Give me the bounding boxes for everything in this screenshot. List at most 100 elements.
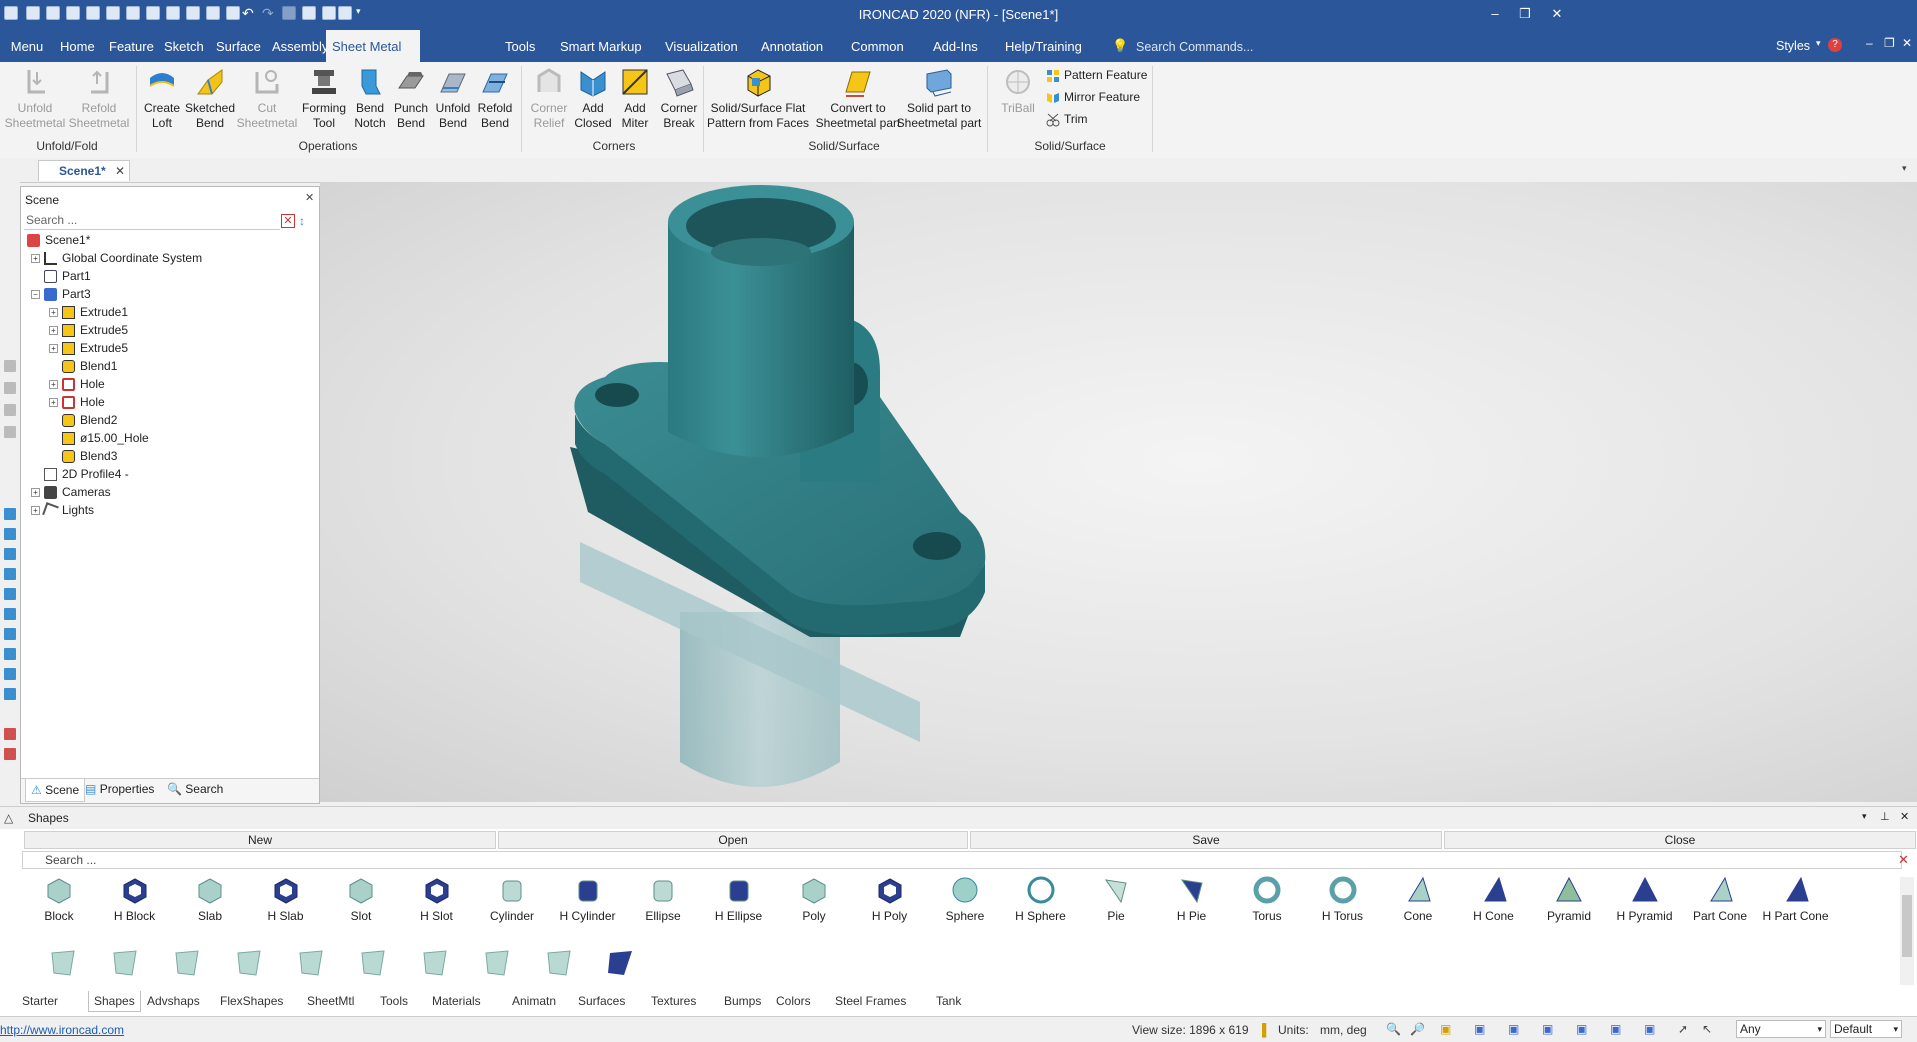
- expand-icon[interactable]: +: [31, 254, 40, 264]
- pointer-icon[interactable]: ➚: [1678, 1022, 1688, 1036]
- punch-bend-button[interactable]: Punch Bend: [390, 66, 432, 131]
- shape-item-partial[interactable]: [354, 947, 394, 977]
- document-list-dropdown-icon[interactable]: ▾: [1902, 163, 1907, 174]
- tree-item-scene1[interactable]: Scene1*: [27, 231, 90, 249]
- 3d-viewport[interactable]: [320, 182, 1917, 802]
- pattern-feature-button[interactable]: Pattern Feature: [1046, 68, 1147, 83]
- selection-filter-select[interactable]: Any ▾: [1736, 1020, 1826, 1038]
- tab-common[interactable]: Common: [843, 30, 912, 62]
- library-tab-bumps[interactable]: Bumps: [724, 994, 761, 1008]
- shape-item-partial[interactable]: [602, 947, 642, 977]
- shape-item-partial[interactable]: [478, 947, 518, 977]
- tab-annotation[interactable]: Annotation: [753, 30, 831, 62]
- flat-pattern-button[interactable]: Solid/Surface Flat Pattern from Faces: [706, 66, 810, 131]
- shape-item-h-torus[interactable]: H Torus: [1308, 875, 1378, 923]
- tool-icon[interactable]: [4, 728, 16, 740]
- library-tab-sheetmtl[interactable]: SheetMtl: [307, 994, 354, 1008]
- tab-sheet-metal[interactable]: Sheet Metal: [326, 30, 420, 62]
- close-icon[interactable]: ✕: [1546, 4, 1568, 24]
- tree-item-part1[interactable]: Part1: [44, 267, 91, 285]
- pin-icon[interactable]: ⊥: [1880, 810, 1890, 823]
- expand-icon[interactable]: +: [49, 380, 58, 390]
- tool-icon[interactable]: [4, 426, 16, 438]
- tab-help-training[interactable]: Help/Training: [997, 30, 1090, 62]
- add-miter-button[interactable]: Add Miter: [614, 66, 656, 131]
- scene-search-input[interactable]: Search ...: [24, 213, 280, 230]
- tree-item-extrude5[interactable]: + Extrude5: [49, 321, 128, 339]
- expand-icon[interactable]: +: [49, 308, 58, 318]
- library-tab-tank[interactable]: Tank: [936, 994, 961, 1008]
- shape-item-h-pie[interactable]: H Pie: [1157, 875, 1227, 923]
- tab-visualization[interactable]: Visualization: [657, 30, 746, 62]
- mirror-feature-button[interactable]: Mirror Feature: [1046, 90, 1140, 105]
- tab-feature[interactable]: Feature: [101, 30, 162, 62]
- expand-icon[interactable]: +: [31, 506, 40, 516]
- shape-item-h-cylinder[interactable]: H Cylinder: [553, 875, 623, 923]
- shape-item-h-block[interactable]: H Block: [100, 875, 170, 923]
- shape-item-block[interactable]: Block: [24, 875, 94, 923]
- catalog-close-button[interactable]: Close: [1444, 831, 1916, 849]
- unfold-sheetmetal-button[interactable]: Unfold Sheetmetal: [4, 66, 66, 131]
- catalog-open-button[interactable]: Open: [498, 831, 968, 849]
- tree-item-15mm-hole[interactable]: ø15.00_Hole: [62, 429, 149, 447]
- bend-notch-button[interactable]: Bend Notch: [350, 66, 390, 131]
- refold-bend-button[interactable]: Refold Bend: [474, 66, 516, 131]
- panel-menu-dropdown-icon[interactable]: ▾: [1862, 811, 1867, 822]
- catalog-save-button[interactable]: Save: [970, 831, 1442, 849]
- tab-smart-markup[interactable]: Smart Markup: [552, 30, 650, 62]
- ribbon-minimize-icon[interactable]: –: [1866, 36, 1873, 50]
- tree-item-hole-b[interactable]: + Hole: [49, 393, 105, 411]
- search-options-icon[interactable]: ↕: [299, 214, 313, 228]
- catalog-new-button[interactable]: New: [24, 831, 496, 849]
- expand-icon[interactable]: +: [31, 488, 40, 498]
- tree-item-lights[interactable]: + Lights: [31, 501, 94, 520]
- shape-item-h-poly[interactable]: H Poly: [855, 875, 925, 923]
- tool-icon[interactable]: [4, 648, 16, 660]
- tab-add-ins[interactable]: Add-Ins: [925, 30, 986, 62]
- tool-icon[interactable]: [4, 688, 16, 700]
- ribbon-close-icon[interactable]: ✕: [1902, 36, 1912, 50]
- library-tab-flexshapes[interactable]: FlexShapes: [220, 994, 283, 1008]
- tree-item-extrude5-b[interactable]: + Extrude5: [49, 339, 128, 357]
- styles-dropdown-icon[interactable]: ▾: [1816, 38, 1821, 49]
- refold-sheetmetal-button[interactable]: Refold Sheetmetal: [68, 66, 130, 131]
- shapes-panel-close-icon[interactable]: ✕: [1900, 810, 1909, 823]
- shape-item-h-cone[interactable]: H Cone: [1459, 875, 1529, 923]
- snap-icon[interactable]: ▣: [1610, 1022, 1621, 1036]
- render-mode-icon[interactable]: ▣: [1474, 1022, 1485, 1036]
- settings-icon[interactable]: ▣: [1644, 1022, 1655, 1036]
- convert-to-sheetmetal-button[interactable]: Convert to Sheetmetal part: [812, 66, 904, 131]
- cursor-icon[interactable]: ↖: [1702, 1022, 1712, 1036]
- shape-item-h-slab[interactable]: H Slab: [251, 875, 321, 923]
- shape-item-h-slot[interactable]: H Slot: [402, 875, 472, 923]
- shape-item-partial[interactable]: [230, 947, 270, 977]
- library-tab-advshaps[interactable]: Advshaps: [147, 994, 200, 1008]
- forming-tool-button[interactable]: Forming Tool: [298, 66, 350, 131]
- tab-search[interactable]: 🔍 Search: [167, 782, 223, 796]
- tree-item-blend2[interactable]: Blend2: [62, 411, 117, 429]
- document-tab[interactable]: Scene1* ✕: [38, 160, 130, 181]
- clear-search-icon[interactable]: ✕: [281, 214, 295, 228]
- tab-surface[interactable]: Surface: [208, 30, 269, 62]
- tool-icon[interactable]: [4, 748, 16, 760]
- tool-icon[interactable]: [4, 404, 16, 416]
- tree-item-global-coordinate-system[interactable]: + Global Coordinate System: [31, 249, 202, 267]
- clear-catalog-search-icon[interactable]: ✕: [1898, 852, 1914, 868]
- add-closed-button[interactable]: Add Closed: [572, 66, 614, 131]
- create-loft-button[interactable]: Create Loft: [140, 66, 184, 131]
- shape-item-pie[interactable]: Pie: [1081, 875, 1151, 923]
- shape-item-poly[interactable]: Poly: [779, 875, 849, 923]
- tree-item-hole[interactable]: + Hole: [49, 375, 105, 393]
- tab-scene[interactable]: ⚠ Scene: [25, 779, 86, 802]
- shape-item-h-ellipse[interactable]: H Ellipse: [704, 875, 774, 923]
- solid-to-sheetmetal-button[interactable]: Solid part to Sheetmetal part: [896, 66, 982, 131]
- shape-item-slab[interactable]: Slab: [175, 875, 245, 923]
- document-tab-close-icon[interactable]: ✕: [115, 161, 125, 181]
- corner-break-button[interactable]: Corner Break: [656, 66, 702, 131]
- tree-item-cameras[interactable]: + Cameras: [31, 483, 111, 501]
- library-tab-surfaces[interactable]: Surfaces: [578, 994, 625, 1008]
- restore-icon[interactable]: ❐: [1514, 4, 1536, 24]
- style-select[interactable]: Default ▾: [1830, 1020, 1902, 1038]
- zoom-window-icon[interactable]: 🔎: [1410, 1022, 1425, 1036]
- tab-menu[interactable]: Menu: [0, 30, 54, 62]
